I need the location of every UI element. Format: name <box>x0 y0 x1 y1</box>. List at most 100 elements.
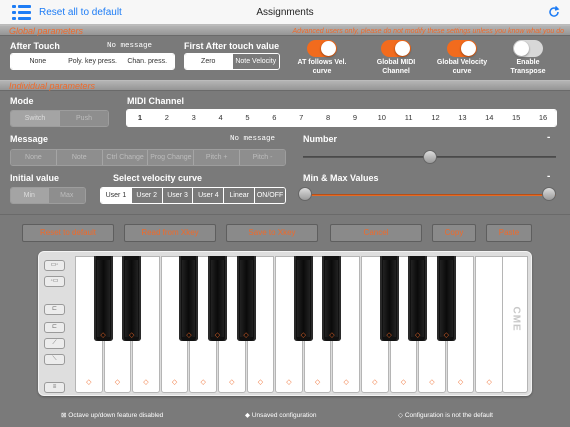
initial-value-option-min[interactable]: Min <box>11 188 49 203</box>
octave-disabled-icon: ⊠ <box>61 412 67 419</box>
not-default-diamond-icon: ◇ <box>398 412 403 419</box>
enable-transpose-toggle[interactable] <box>513 40 543 57</box>
first-after-touch-label: First After touch value <box>184 41 280 51</box>
individual-parameters-header: Individual parameters <box>0 80 570 91</box>
mode-option-switch[interactable]: Switch <box>11 111 60 126</box>
number-slider-knob[interactable] <box>422 150 437 164</box>
black-key[interactable]: ◇ <box>236 256 256 341</box>
black-key[interactable]: ◇ <box>179 256 199 341</box>
black-key[interactable]: ◇ <box>122 256 142 341</box>
velocity-curve-user-1[interactable]: User 1 <box>101 188 132 203</box>
midi-channel-2[interactable]: 2 <box>153 110 181 126</box>
at-follows-vel-label: AT follows Vel. curve <box>297 59 347 75</box>
key-marker: ◇ <box>343 379 349 386</box>
global-midi-channel-toggle[interactable] <box>381 40 411 57</box>
number-label: Number <box>303 134 338 144</box>
message-option-prog-change[interactable]: Prog Change <box>148 150 195 165</box>
paste-button[interactable]: Paste <box>486 224 532 242</box>
black-key[interactable]: ◇ <box>208 256 227 341</box>
min-max-slider-track[interactable] <box>303 194 556 196</box>
velocity-curve-user-4[interactable]: User 4 <box>193 188 225 203</box>
min-slider-knob[interactable] <box>298 187 312 201</box>
octave-button[interactable]: ◦▭ <box>44 276 65 287</box>
midi-channel-1[interactable]: 1 <box>127 110 154 126</box>
mode-selector: Switch Push <box>10 110 109 127</box>
logo-panel: CME <box>502 256 528 393</box>
key-marker: ◇ <box>457 379 464 386</box>
min-max-label: Min & Max Values <box>303 173 379 183</box>
velocity-curve-user-3[interactable]: User 3 <box>162 188 194 203</box>
black-key[interactable]: ◇ <box>436 256 456 341</box>
midi-channel-selector: 1 2 3 4 5 6 7 8 9 10 11 12 13 14 15 16 <box>126 109 557 127</box>
octave-down-button[interactable]: ⊏ <box>44 304 65 315</box>
midi-channel-13[interactable]: 13 <box>449 110 477 126</box>
after-touch-option-chan[interactable]: Chan. press. <box>120 54 174 69</box>
mode-option-push[interactable]: Push <box>60 111 108 126</box>
midi-channel-4[interactable]: 4 <box>207 110 235 126</box>
midi-channel-15[interactable]: 15 <box>503 110 531 126</box>
divider <box>0 214 570 215</box>
pitch-up-button[interactable]: ⟋ <box>44 338 65 349</box>
black-key[interactable]: ◇ <box>322 256 342 341</box>
initial-value-label: Initial value <box>10 173 60 183</box>
black-key[interactable]: ◇ <box>379 256 399 341</box>
key-marker: ◇ <box>243 332 249 339</box>
velocity-curve-linear[interactable]: Linear <box>224 188 256 203</box>
key-marker: ◇ <box>372 379 378 386</box>
first-after-touch-option-note-velocity[interactable]: Note Velocity <box>232 54 279 69</box>
number-value: - <box>547 132 551 143</box>
midi-channel-14[interactable]: 14 <box>476 110 504 126</box>
velocity-curve-user-2[interactable]: User 2 <box>131 188 163 203</box>
sustain-button[interactable]: ▭◦ <box>44 260 65 271</box>
message-option-pitch-plus[interactable]: Pitch + <box>194 150 241 165</box>
key-marker: ◇ <box>143 379 149 386</box>
midi-channel-7[interactable]: 7 <box>288 110 316 126</box>
midi-channel-12[interactable]: 12 <box>422 110 450 126</box>
initial-value-option-max[interactable]: Max <box>48 188 85 203</box>
key-marker: ◇ <box>86 379 92 386</box>
midi-channel-9[interactable]: 9 <box>342 110 369 126</box>
modulation-button[interactable]: ≡ <box>44 382 65 393</box>
midi-channel-10[interactable]: 10 <box>368 110 396 126</box>
max-slider-knob[interactable] <box>542 187 556 201</box>
global-midi-channel-label: Global MIDI Channel <box>376 59 416 75</box>
midi-channel-5[interactable]: 5 <box>234 110 262 126</box>
midi-channel-11[interactable]: 11 <box>395 110 423 126</box>
key-marker: ◇ <box>314 379 321 386</box>
message-option-none[interactable]: None <box>11 150 57 165</box>
refresh-icon[interactable] <box>547 5 561 19</box>
at-follows-vel-toggle[interactable] <box>307 40 337 57</box>
velocity-curve-on-off[interactable]: ON/OFF <box>255 188 285 203</box>
pitch-down-button[interactable]: ⟍ <box>44 354 65 365</box>
midi-channel-16[interactable]: 16 <box>530 110 556 126</box>
midi-channel-8[interactable]: 8 <box>315 110 342 126</box>
key-marker: ◇ <box>257 379 264 386</box>
octave-up-button[interactable]: ⊏ <box>44 322 65 333</box>
key-marker: ◇ <box>114 379 121 386</box>
first-after-touch-option-zero[interactable]: Zero <box>185 54 233 69</box>
octave-disabled-note: ⊠ Octave up/down feature disabled <box>61 412 164 419</box>
key-marker: ◇ <box>443 332 449 339</box>
global-parameters-header: Global parameters Advanced users only, p… <box>0 25 570 36</box>
message-option-ctrl-change[interactable]: Ctrl Change <box>102 150 149 165</box>
message-option-note[interactable]: Note <box>56 150 103 165</box>
cancel-button[interactable]: Cancel <box>330 224 422 242</box>
message-option-pitch-minus[interactable]: Pitch - <box>240 150 285 165</box>
copy-button[interactable]: Copy <box>432 224 476 242</box>
velocity-curve-label: Select velocity curve <box>113 173 203 183</box>
black-key[interactable]: ◇ <box>93 256 113 341</box>
black-key[interactable]: ◇ <box>408 256 428 341</box>
key-marker: ◇ <box>300 332 306 339</box>
save-to-xkey-button[interactable]: Save to Xkey <box>226 224 318 242</box>
read-from-xkey-button[interactable]: Read from Xkey <box>124 224 216 242</box>
black-key[interactable]: ◇ <box>293 256 313 341</box>
global-velocity-curve-toggle[interactable] <box>447 40 477 57</box>
after-touch-option-none[interactable]: None <box>11 54 66 69</box>
reset-to-default-button[interactable]: Reset to default <box>22 224 114 242</box>
after-touch-option-poly[interactable]: Poly. key press. <box>65 54 121 69</box>
white-key[interactable]: ◇ <box>475 256 503 393</box>
midi-channel-6[interactable]: 6 <box>261 110 289 126</box>
key-marker: ◇ <box>200 379 206 386</box>
midi-channel-3[interactable]: 3 <box>180 110 208 126</box>
keyboard: ▭◦ ◦▭ ⊏ ⊏ ⟋ ⟍ ≡ ◇ ◇ ◇ ◇ ◇ ◇ ◇ ◇ ◇ ◇ ◇ ◇ ◇ ◇ ◇ ◇ ◇ ◇ ◇ ◇ ◇ ◇ ◇… <box>38 251 532 396</box>
